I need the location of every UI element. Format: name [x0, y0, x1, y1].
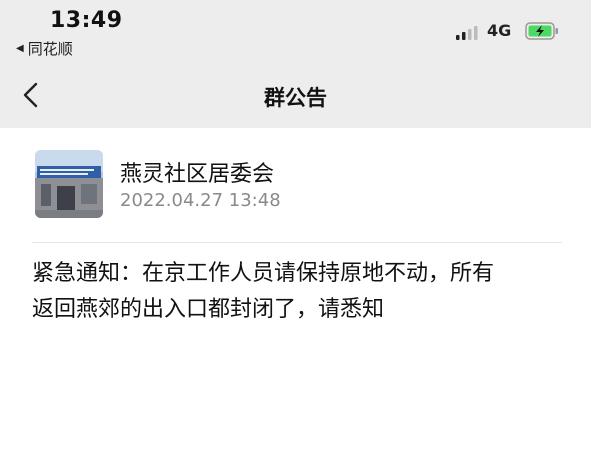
avatar[interactable] — [35, 150, 103, 218]
network-type: 4G — [487, 21, 512, 40]
post-timestamp: 2022.04.27 13:48 — [120, 190, 281, 211]
announcement-header: 燕灵社区居委会 2022.04.27 13:48 — [32, 150, 562, 222]
announcement-text-line-2: 返回燕郊的出入口都封闭了，请悉知 — [32, 297, 385, 322]
divider — [32, 242, 562, 243]
top-area: 13:49 ◀ 同花顺 4G 群公告 — [0, 0, 591, 128]
announcement-body: 紧急通知：在京工作人员请保持原地不动，所有 返回燕郊的出入口都封闭了，请悉知 — [32, 256, 572, 328]
status-time: 13:49 — [50, 8, 123, 33]
author-name: 燕灵社区居委会 — [120, 162, 275, 187]
back-to-app-link[interactable]: ◀ 同花顺 — [16, 38, 73, 59]
page-title: 群公告 — [264, 86, 327, 110]
battery-charging-icon — [525, 22, 558, 40]
status-bar: 13:49 ◀ 同花顺 4G — [0, 0, 591, 62]
avatar-image — [35, 150, 103, 218]
nav-bar: 群公告 — [0, 62, 591, 128]
announcement-text-line-1: 紧急通知：在京工作人员请保持原地不动，所有 — [32, 261, 495, 286]
triangle-left-icon: ◀ — [16, 43, 24, 54]
cellular-signal-icon — [456, 26, 478, 40]
back-app-label: 同花顺 — [27, 40, 73, 58]
